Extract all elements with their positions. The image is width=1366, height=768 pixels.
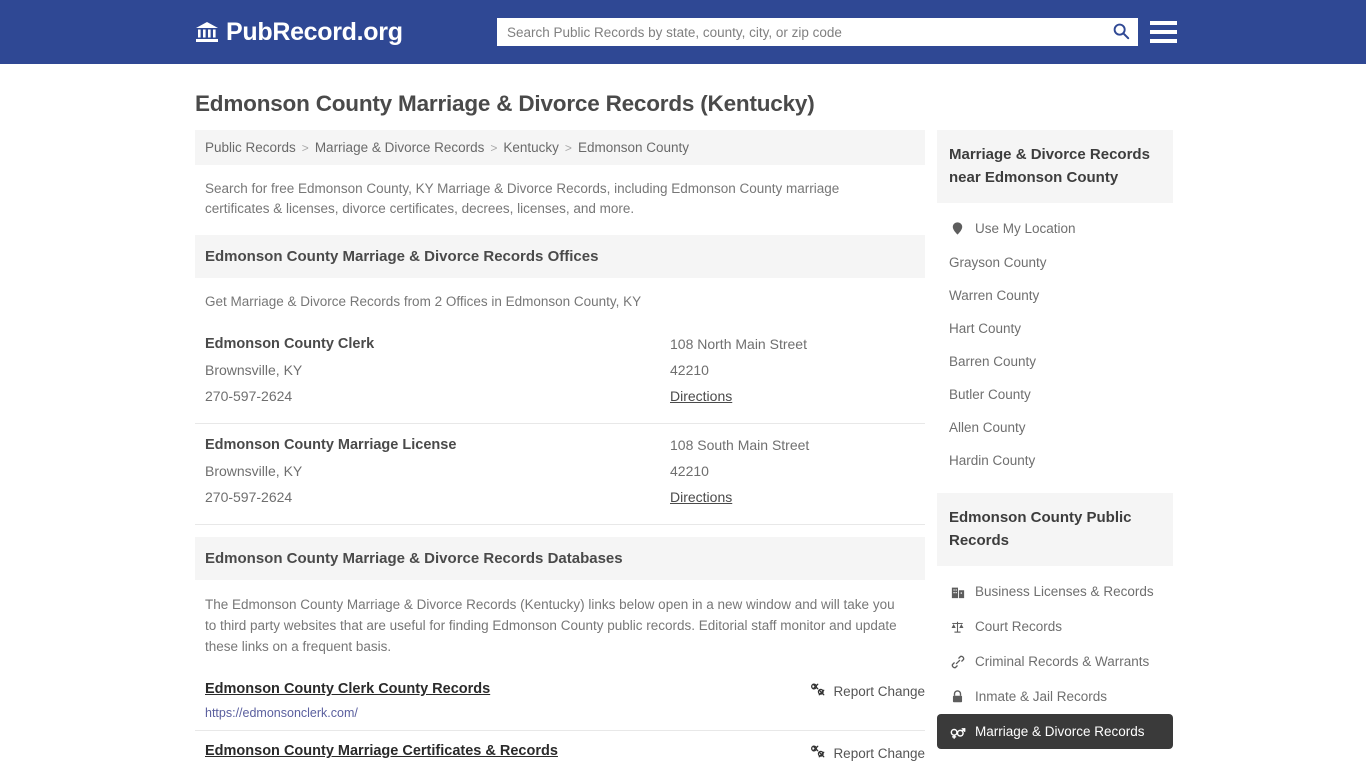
- databases-intro-text: The Edmonson County Marriage & Divorce R…: [205, 597, 897, 654]
- office-address: 108 South Main Street 42210 Directions: [670, 432, 925, 510]
- briefcase-icon: [949, 583, 966, 600]
- database-row: Edmonson County Marriage Certificates & …: [195, 731, 925, 768]
- page-title: Edmonson County Marriage & Divorce Recor…: [195, 91, 815, 116]
- sidebar-item-label: Grayson County: [949, 255, 1047, 270]
- sidebar-nearby-heading: Marriage & Divorce Records near Edmonson…: [937, 130, 1173, 203]
- office-street: 108 North Main Street: [670, 336, 807, 352]
- offices-section-subheading: Get Marriage & Divorce Records from 2 Of…: [205, 294, 642, 309]
- bank-icon: [195, 20, 219, 44]
- database-url[interactable]: https://edmonsonclerk.com/: [205, 706, 490, 720]
- report-change-button[interactable]: Report Change: [811, 743, 925, 762]
- sidebar-public-records-heading: Edmonson County Public Records: [937, 493, 1173, 566]
- breadcrumb-item-kentucky[interactable]: Kentucky: [503, 140, 559, 155]
- link-icon: [949, 653, 966, 670]
- databases-section-heading: Edmonson County Marriage & Divorce Recor…: [195, 537, 925, 580]
- office-zip: 42210: [670, 362, 709, 378]
- sidebar-item-inmate-jail-records[interactable]: Inmate & Jail Records: [937, 679, 1173, 714]
- scales-icon: [949, 618, 966, 635]
- sidebar-public-records-list: Business Licenses & Records Court Record…: [937, 566, 1173, 755]
- search-bar: [497, 18, 1138, 46]
- sidebar-nearby-list: Use My Location Grayson County Warren Co…: [937, 203, 1173, 483]
- office-name: Edmonson County Marriage License: [205, 437, 457, 453]
- report-change-button[interactable]: Report Change: [811, 681, 925, 700]
- sidebar-item-label: Marriage & Divorce Records: [975, 724, 1145, 739]
- sidebar-item-label: Hardin County: [949, 453, 1036, 468]
- search-input[interactable]: [497, 18, 1104, 46]
- search-button[interactable]: [1104, 18, 1138, 46]
- office-row: Edmonson County Clerk Brownsville, KY 27…: [195, 323, 925, 424]
- sidebar-item-hardin-county[interactable]: Hardin County: [937, 444, 1173, 477]
- sidebar: Marriage & Divorce Records near Edmonson…: [937, 130, 1173, 755]
- page-body: Edmonson County Marriage & Divorce Recor…: [0, 64, 1366, 768]
- sidebar-item-barren-county[interactable]: Barren County: [937, 345, 1173, 378]
- sidebar-item-allen-county[interactable]: Allen County: [937, 411, 1173, 444]
- breadcrumb-item-marriage-divorce-records[interactable]: Marriage & Divorce Records: [315, 140, 485, 155]
- report-change-label: Report Change: [833, 745, 925, 761]
- hamburger-menu-icon[interactable]: [1150, 18, 1177, 45]
- database-entry: Edmonson County Marriage Certificates & …: [205, 743, 602, 768]
- sidebar-item-label: Court Records: [975, 619, 1063, 634]
- sidebar-item-label: Barren County: [949, 354, 1037, 369]
- sidebar-item-label: Allen County: [949, 420, 1026, 435]
- sidebar-item-label: Butler County: [949, 387, 1031, 402]
- sidebar-item-warren-county[interactable]: Warren County: [937, 279, 1173, 312]
- broken-link-icon: [811, 682, 826, 700]
- office-zip: 42210: [670, 463, 709, 479]
- directions-link[interactable]: Directions: [670, 484, 732, 510]
- sidebar-item-label: Criminal Records & Warrants: [975, 654, 1150, 669]
- database-title-link[interactable]: Edmonson County Clerk County Records: [205, 681, 490, 697]
- office-address: 108 North Main Street 42210 Directions: [670, 331, 925, 409]
- database-title-link[interactable]: Edmonson County Marriage Certificates & …: [205, 743, 602, 759]
- sidebar-item-label: Business Licenses & Records: [975, 584, 1154, 599]
- office-row: Edmonson County Marriage License Brownsv…: [195, 424, 925, 525]
- office-street: 108 South Main Street: [670, 437, 810, 453]
- hamburger-bar: [1150, 20, 1177, 25]
- broken-link-icon: [811, 744, 826, 762]
- breadcrumb-item-edmonson-county[interactable]: Edmonson County: [578, 140, 689, 155]
- sidebar-item-grayson-county[interactable]: Grayson County: [937, 246, 1173, 279]
- office-phone: 270-597-2624: [205, 489, 293, 505]
- sidebar-item-label: Use My Location: [975, 221, 1076, 236]
- sidebar-item-criminal-records[interactable]: Criminal Records & Warrants: [937, 644, 1173, 679]
- hamburger-bar: [1150, 29, 1177, 34]
- office-city-state: Brownsville, KY: [205, 362, 303, 378]
- sidebar-item-business-licenses[interactable]: Business Licenses & Records: [937, 574, 1173, 609]
- report-change-label: Report Change: [833, 683, 925, 699]
- sidebar-item-butler-county[interactable]: Butler County: [937, 378, 1173, 411]
- breadcrumb-separator: >: [564, 140, 572, 155]
- breadcrumb-separator: >: [490, 140, 498, 155]
- database-row: Edmonson County Clerk County Records htt…: [195, 669, 925, 731]
- lock-icon: [949, 688, 966, 705]
- sidebar-item-hart-county[interactable]: Hart County: [937, 312, 1173, 345]
- breadcrumb: Public Records > Marriage & Divorce Reco…: [195, 130, 925, 165]
- gender-icon: [949, 723, 966, 740]
- map-pin-icon: [949, 220, 966, 237]
- sidebar-item-label: Warren County: [949, 288, 1040, 303]
- page-intro-text: Search for free Edmonson County, KY Marr…: [205, 181, 840, 216]
- directions-link[interactable]: Directions: [670, 383, 732, 409]
- office-phone: 270-597-2624: [205, 388, 293, 404]
- breadcrumb-item-public-records[interactable]: Public Records: [205, 140, 296, 155]
- sidebar-item-use-my-location[interactable]: Use My Location: [937, 211, 1173, 246]
- sidebar-item-court-records[interactable]: Court Records: [937, 609, 1173, 644]
- office-city-state: Brownsville, KY: [205, 463, 303, 479]
- sidebar-item-label: Hart County: [949, 321, 1022, 336]
- office-details: Edmonson County Clerk Brownsville, KY 27…: [205, 331, 670, 409]
- office-details: Edmonson County Marriage License Brownsv…: [205, 432, 670, 510]
- database-entry: Edmonson County Clerk County Records htt…: [205, 681, 490, 720]
- hamburger-bar: [1150, 38, 1177, 43]
- main-content: Public Records > Marriage & Divorce Reco…: [195, 130, 925, 768]
- office-name: Edmonson County Clerk: [205, 336, 375, 352]
- content-columns: Public Records > Marriage & Divorce Reco…: [195, 130, 1173, 768]
- site-header: PubRecord.org: [0, 0, 1366, 64]
- sidebar-item-marriage-divorce-records[interactable]: Marriage & Divorce Records: [937, 714, 1173, 749]
- breadcrumb-separator: >: [301, 140, 309, 155]
- offices-section-heading: Edmonson County Marriage & Divorce Recor…: [195, 235, 925, 278]
- sidebar-item-label: Inmate & Jail Records: [975, 689, 1108, 704]
- logo-text: PubRecord.org: [226, 17, 403, 46]
- site-logo[interactable]: PubRecord.org: [195, 18, 403, 47]
- search-icon: [1112, 22, 1130, 43]
